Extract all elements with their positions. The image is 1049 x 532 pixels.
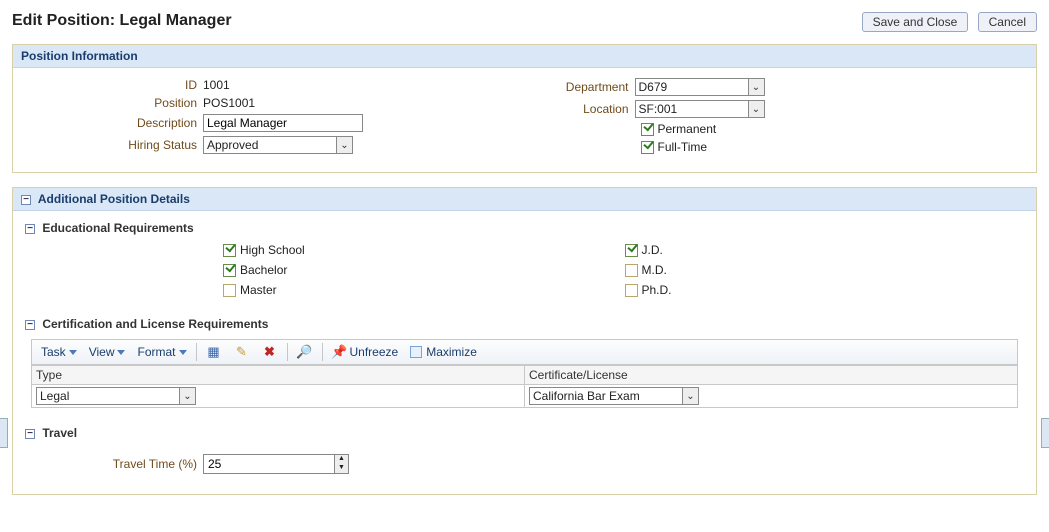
spin-up-icon[interactable]: ▲ (335, 455, 348, 464)
toolbar-new-button[interactable]: ▦ (203, 343, 225, 361)
collapse-icon[interactable]: − (25, 224, 35, 234)
md-checkbox[interactable] (625, 264, 638, 277)
md-label: M.D. (642, 263, 667, 277)
description-input[interactable] (203, 114, 363, 132)
phd-checkbox[interactable] (625, 284, 638, 297)
left-panel-handle[interactable] (0, 418, 8, 448)
master-checkbox[interactable] (223, 284, 236, 297)
section-title-cert: Certification and License Requirements (42, 317, 268, 331)
label-location: Location (525, 102, 635, 116)
label-description: Description (23, 116, 203, 130)
toolbar-view-menu[interactable]: View (86, 344, 129, 360)
bachelor-checkbox[interactable] (223, 264, 236, 277)
value-position: POS1001 (203, 96, 255, 110)
label-department: Department (525, 80, 635, 94)
binoculars-icon: 🔎 (297, 344, 313, 360)
cert-type-select[interactable]: Legal ⌄ (36, 387, 196, 405)
header-actions: Save and Close Cancel (856, 12, 1037, 32)
department-value: D679 (639, 80, 668, 94)
grid-row: Legal ⌄ California Bar Exam ⌄ (32, 384, 1017, 407)
save-and-close-button[interactable]: Save and Close (862, 12, 969, 32)
travel-time-input[interactable] (204, 455, 334, 473)
chevron-down-icon: ⌄ (682, 388, 698, 404)
fulltime-label: Full-Time (658, 140, 708, 154)
label-hiring-status: Hiring Status (23, 138, 203, 152)
chevron-down-icon: ⌄ (179, 388, 195, 404)
maximize-icon (410, 346, 422, 358)
toolbar-find-button[interactable]: 🔎 (294, 343, 316, 361)
col-header-type[interactable]: Type (32, 366, 524, 384)
label-travel-time: Travel Time (%) (23, 457, 203, 471)
page-title: Edit Position: Legal Manager (12, 12, 232, 30)
panel-title-additional: Additional Position Details (38, 192, 190, 206)
grid-header: Type Certificate/License (32, 365, 1017, 384)
chevron-down-icon (117, 350, 125, 355)
chevron-down-icon: ⌄ (336, 137, 352, 153)
panel-header-additional: − Additional Position Details (13, 188, 1036, 211)
toolbar-unfreeze-button[interactable]: 📌 Unfreeze (329, 343, 402, 361)
jd-checkbox[interactable] (625, 244, 638, 257)
cert-type-value: Legal (40, 389, 69, 403)
right-panel-handle[interactable] (1041, 418, 1049, 448)
location-select[interactable]: SF:001 ⌄ (635, 100, 765, 118)
location-value: SF:001 (639, 102, 678, 116)
chevron-down-icon (179, 350, 187, 355)
cert-license-value: California Bar Exam (533, 389, 640, 403)
chevron-down-icon (69, 350, 77, 355)
toolbar-separator (322, 343, 323, 361)
section-cert-license: − Certification and License Requirements (23, 313, 1026, 339)
position-information-panel: Position Information ID 1001 Position PO… (12, 44, 1037, 173)
new-document-icon: ▦ (206, 344, 222, 360)
pencil-icon: ✎ (234, 344, 250, 360)
additional-position-details-panel: − Additional Position Details − Educatio… (12, 187, 1037, 495)
chevron-down-icon: ⌄ (748, 101, 764, 117)
collapse-icon[interactable]: − (21, 195, 31, 205)
permanent-label: Permanent (658, 122, 717, 136)
phd-label: Ph.D. (642, 283, 672, 297)
hiring-status-value: Approved (207, 138, 258, 152)
master-label: Master (240, 283, 277, 297)
cancel-button[interactable]: Cancel (978, 12, 1037, 32)
bachelor-label: Bachelor (240, 263, 287, 277)
toolbar-edit-button[interactable]: ✎ (231, 343, 253, 361)
permanent-checkbox[interactable] (641, 123, 654, 136)
section-educational-requirements: − Educational Requirements (23, 217, 1026, 243)
grid-toolbar: Task View Format ▦ ✎ ✖ 🔎 (32, 340, 1017, 365)
jd-label: J.D. (642, 243, 663, 257)
pushpin-icon: 📌 (332, 344, 348, 360)
cert-license-select[interactable]: California Bar Exam ⌄ (529, 387, 699, 405)
travel-time-spinner[interactable]: ▲ ▼ (203, 454, 349, 474)
hiring-status-select[interactable]: Approved ⌄ (203, 136, 353, 154)
spin-down-icon[interactable]: ▼ (335, 464, 348, 473)
delete-icon: ✖ (262, 344, 278, 360)
fulltime-checkbox[interactable] (641, 141, 654, 154)
toolbar-maximize-button[interactable]: Maximize (407, 344, 480, 360)
section-title-travel: Travel (42, 426, 77, 440)
highschool-label: High School (240, 243, 305, 257)
value-id: 1001 (203, 78, 230, 92)
collapse-icon[interactable]: − (25, 320, 35, 330)
cert-grid: Task View Format ▦ ✎ ✖ 🔎 (31, 339, 1018, 408)
label-id: ID (23, 78, 203, 92)
toolbar-format-menu[interactable]: Format (134, 344, 189, 360)
chevron-down-icon: ⌄ (748, 79, 764, 95)
toolbar-separator (287, 343, 288, 361)
department-select[interactable]: D679 ⌄ (635, 78, 765, 96)
collapse-icon[interactable]: − (25, 429, 35, 439)
section-travel: − Travel (23, 422, 1026, 448)
col-header-cert[interactable]: Certificate/License (524, 366, 1017, 384)
label-position: Position (23, 96, 203, 110)
section-title-edu: Educational Requirements (42, 221, 193, 235)
toolbar-delete-button[interactable]: ✖ (259, 343, 281, 361)
panel-header-position-information: Position Information (13, 45, 1036, 68)
toolbar-separator (196, 343, 197, 361)
toolbar-task-menu[interactable]: Task (38, 344, 80, 360)
highschool-checkbox[interactable] (223, 244, 236, 257)
